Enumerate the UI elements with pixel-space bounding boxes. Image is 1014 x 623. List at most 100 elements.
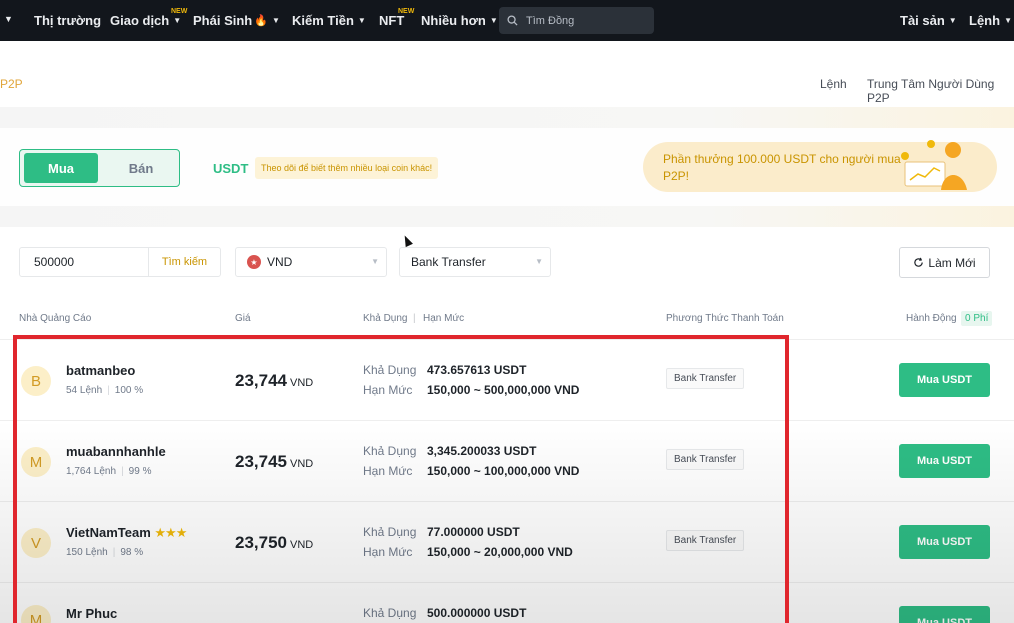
avatar: B (21, 366, 51, 396)
nav-item-nft[interactable]: NFT (379, 13, 404, 28)
order-count: 54 Lệnh (66, 385, 103, 396)
chevron-down-icon: ▼ (948, 16, 957, 25)
nav-item-market[interactable]: Thị trường (34, 13, 101, 28)
table-row: M Mr Phuc Khả Dụng 500.000000 USDT Mua U… (0, 582, 1014, 623)
price-currency: VND (290, 458, 314, 470)
nav-item-label: Phái Sinh (193, 13, 253, 28)
sell-tab[interactable]: Bán (108, 153, 174, 183)
advertiser-name[interactable]: VietNamTeam ★★★ (66, 525, 187, 541)
chevron-down-icon: ▼ (173, 16, 182, 25)
payment-select[interactable]: Bank Transfer ▼ (399, 247, 551, 277)
orders-link[interactable]: Lệnh (820, 77, 847, 91)
buy-tab[interactable]: Mua (24, 153, 98, 183)
table-row: M muabannhanhle 1,764 Lệnh | 99 % 23,745 VN… (0, 420, 1014, 501)
nav-item-earn[interactable]: Kiếm Tiền ▼ (292, 13, 366, 28)
buy-usdt-button[interactable]: Mua USDT (899, 363, 990, 397)
avatar: V (21, 528, 51, 558)
top-navigation-bar: ▼ Thị trường Giao dịch ▼ NEW Phái Sinh 🔥… (0, 0, 1014, 41)
new-badge: NEW (398, 8, 415, 15)
limit-value: 150,000 ~ 500,000,000 VND (427, 383, 580, 397)
nav-item-derivatives[interactable]: Phái Sinh 🔥 ▼ (193, 13, 280, 28)
nav-item-label: NFT (379, 13, 405, 28)
nav-item-more[interactable]: Nhiều hơn ▼ (421, 13, 498, 28)
advertiser-name-text: VietNamTeam (66, 525, 151, 540)
available-value: 77.000000 USDT (427, 525, 520, 539)
promo-banner[interactable]: Phần thưởng 100.000 USDT cho người mua P… (643, 140, 997, 192)
search-placeholder: Tìm Đồng (526, 14, 575, 27)
advertiser-stats: 1,764 Lệnh | 99 % (66, 466, 151, 477)
avatar: M (21, 447, 51, 477)
price-value: 23,745 VND (235, 452, 313, 472)
amount-search-button[interactable]: Tìm kiếm (149, 256, 220, 268)
refresh-icon (914, 257, 924, 267)
order-count: 1,764 Lệnh (66, 466, 117, 477)
avatar: M (21, 605, 51, 623)
vnd-flag-icon: ★ (247, 255, 261, 269)
promo-text: Phần thưởng 100.000 USDT cho người mua P… (663, 152, 901, 183)
nav-item-orders[interactable]: Lệnh ▼ (969, 13, 1012, 28)
price-amount: 23,745 (235, 452, 287, 471)
available-value: 500.000000 USDT (427, 606, 527, 620)
chevron-down-icon: ▼ (357, 16, 366, 25)
buy-usdt-button[interactable]: Mua USDT (899, 525, 990, 559)
chevron-down-icon: ▼ (489, 16, 498, 25)
payment-select-value: Bank Transfer (411, 255, 486, 269)
price-value: 23,750 VND (235, 533, 313, 553)
header-separator: | (413, 313, 416, 324)
fiat-select[interactable]: ★ VND ▼ (235, 247, 387, 277)
new-badge: NEW (171, 8, 188, 15)
flame-icon: 🔥 (254, 15, 268, 27)
fiat-select-value: VND (267, 255, 293, 269)
header-action: Hành Động (906, 313, 957, 324)
buy-usdt-button[interactable]: Mua USDT (899, 606, 990, 623)
header-price: Giá (235, 313, 251, 324)
amount-value[interactable]: 500000 (20, 248, 149, 276)
buy-usdt-button[interactable]: Mua USDT (899, 444, 990, 478)
limit-value: 150,000 ~ 100,000,000 VND (427, 464, 580, 478)
header-available: Khả Dụng (363, 313, 408, 324)
zero-fee-badge: 0 Phí (961, 311, 993, 326)
header-limit: Hạn Mức (423, 313, 465, 324)
available-label: Khả Dụng (363, 525, 417, 539)
advertiser-name[interactable]: batmanbeo (66, 363, 135, 378)
payment-method-tag: Bank Transfer (666, 449, 745, 470)
nav-item-label: Tài sản (900, 13, 945, 28)
price-currency: VND (290, 377, 314, 389)
table-row: B batmanbeo 54 Lệnh | 100 % 23,744 VND Khả … (0, 339, 1014, 420)
header-payment: Phương Thức Thanh Toán (666, 313, 784, 324)
nav-item-label: Kiếm Tiền (292, 13, 354, 28)
search-icon (507, 15, 518, 26)
refresh-label: Làm Mới (928, 255, 976, 270)
price-value: 23,744 VND (235, 371, 313, 391)
refresh-button[interactable]: Làm Mới (899, 247, 990, 278)
nav-item-trade[interactable]: Giao dịch ▼ (110, 13, 181, 28)
completion-rate: 100 % (114, 385, 144, 396)
asset-hint-badge[interactable]: Theo dõi để biết thêm nhiều loại coin kh… (255, 157, 439, 179)
available-label: Khả Dụng (363, 363, 417, 377)
chevron-down-icon: ▼ (1004, 16, 1012, 25)
search-input[interactable]: Tìm Đồng (499, 7, 654, 34)
tab-p2p[interactable]: P2P (0, 77, 23, 91)
asset-tab-usdt[interactable]: USDT (213, 161, 248, 176)
nav-item-label: Thị trường (34, 13, 102, 28)
promo-illustration-icon (901, 140, 967, 190)
buy-sell-toggle: Mua Bán (19, 149, 180, 187)
p2p-subheader: P2P Lệnh Trung Tâm Người Dùng P2P (0, 41, 1014, 107)
chevron-down-icon: ▼ (535, 257, 543, 266)
advertiser-name[interactable]: Mr Phuc (66, 606, 117, 621)
menu-caret-icon[interactable]: ▼ (4, 14, 13, 24)
user-center-link[interactable]: Trung Tâm Người Dùng P2P (867, 77, 1014, 105)
available-value: 473.657613 USDT (427, 363, 527, 377)
nav-item-assets[interactable]: Tài sản ▼ (900, 13, 957, 28)
price-amount: 23,750 (235, 533, 287, 552)
stats-separator: | (112, 547, 116, 558)
price-currency: VND (290, 539, 314, 551)
limit-value: 150,000 ~ 20,000,000 VND (427, 545, 573, 559)
advertiser-name[interactable]: muabannhanhle (66, 444, 166, 459)
completion-rate: 98 % (120, 547, 144, 558)
price-amount: 23,744 (235, 371, 287, 390)
header-advertiser: Nhà Quảng Cáo (19, 313, 92, 324)
stats-separator: | (121, 466, 124, 477)
amount-field[interactable]: 500000 Tìm kiếm (19, 247, 221, 277)
payment-method-tag: Bank Transfer (666, 368, 745, 389)
